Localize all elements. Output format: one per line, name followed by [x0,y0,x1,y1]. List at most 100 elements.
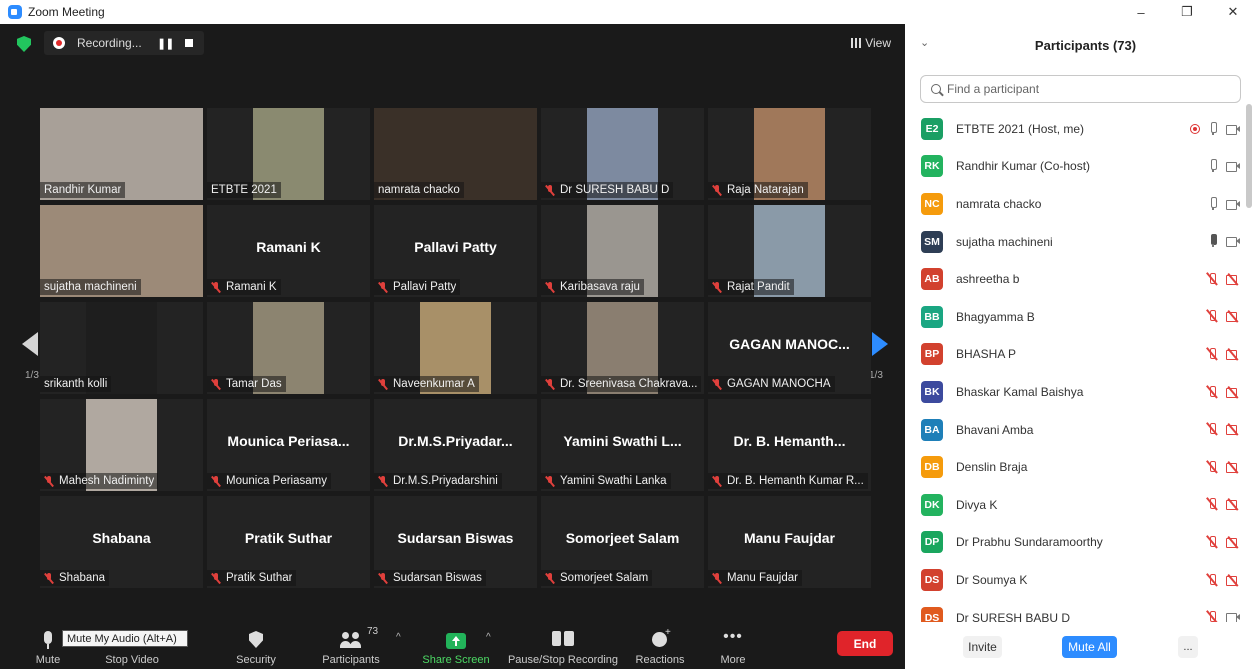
participant-video-tile[interactable]: Raja Natarajan [708,108,871,200]
scrollbar-thumb[interactable] [1246,104,1252,208]
camera-icon[interactable] [1226,161,1240,173]
participant-list-scrollbar[interactable] [1246,104,1252,624]
muted-mic-icon[interactable] [1206,497,1218,511]
participant-display-name: Shabana [92,530,151,546]
camera-off-icon[interactable] [1226,423,1240,436]
participant-video-tile[interactable]: Pallavi Patty Pallavi Patty [374,205,537,297]
muted-mic-icon[interactable] [1206,535,1218,549]
next-page-arrow-icon[interactable] [872,332,888,356]
participant-video-tile[interactable]: Dr.M.S.Priyadar... Dr.M.S.Priyadarshini [374,399,537,491]
participant-video-tile[interactable]: Tamar Das [207,302,370,394]
stop-recording-icon[interactable] [185,39,194,47]
muted-mic-icon[interactable] [1206,272,1218,286]
muted-mic-icon [211,378,221,390]
participant-row[interactable]: SM sujatha machineni [905,223,1245,261]
participant-video-tile[interactable]: srikanth kolli [40,302,203,394]
participant-video-tile[interactable]: Rajat Pandit [708,205,871,297]
participant-row[interactable]: BA Bhavani Amba [905,411,1245,449]
participant-row[interactable]: AB ashreetha b [905,260,1245,298]
participant-row[interactable]: DP Dr Prabhu Sundaramoorthy [905,524,1245,562]
participant-video-tile[interactable]: Karibasava raju [541,205,704,297]
participant-row[interactable]: DK Divya K [905,486,1245,524]
participant-video-tile[interactable]: Somorjeet Salam Somorjeet Salam [541,496,704,588]
microphone-icon[interactable] [1208,159,1218,173]
muted-mic-icon[interactable] [1206,610,1218,622]
participant-list-name: Bhaskar Kamal Baishya [956,384,1084,399]
participant-video-tile[interactable]: Mahesh Nadiminty [40,399,203,491]
camera-icon[interactable] [1226,199,1240,210]
view-button[interactable]: View [851,36,891,50]
participant-row[interactable]: E2 ETBTE 2021 (Host, me) [905,110,1245,148]
participant-row[interactable]: BP BHASHA P [905,336,1245,374]
camera-off-icon[interactable] [1226,574,1240,586]
participant-video-tile[interactable]: Dr. Sreenivasa Chakrava... [541,302,704,394]
participant-search-input[interactable] [947,82,1227,96]
participant-video-tile[interactable]: Ramani K Ramani K [207,205,370,297]
participant-row[interactable]: DB Denslin Braja [905,448,1245,486]
encryption-shield-icon[interactable] [17,36,31,52]
more-button[interactable]: ••• More [712,620,754,669]
mute-all-button[interactable]: Mute All [1062,636,1117,658]
participant-video-tile[interactable]: Dr SURESH BABU D [541,108,704,200]
muted-mic-icon[interactable] [1206,573,1218,587]
microphone-icon[interactable] [1208,121,1218,136]
panel-more-button[interactable]: ... [1178,636,1198,658]
camera-off-icon[interactable] [1226,310,1240,323]
participant-row[interactable]: BB Bhagyamma B [905,298,1245,336]
share-caret-icon[interactable]: ^ [486,632,491,643]
close-button[interactable]: ✕ [1210,0,1256,24]
camera-off-icon[interactable] [1226,348,1240,361]
participant-video-tile[interactable]: Pratik Suthar Pratik Suthar [207,496,370,588]
camera-icon[interactable] [1226,236,1240,248]
participant-row[interactable]: RK Randhir Kumar (Co-host) [905,148,1245,186]
pause-stop-recording-button[interactable]: Pause/Stop Recording [506,620,620,669]
reactions-button[interactable]: Reactions [634,620,686,669]
pause-recording-icon[interactable]: ❚❚ [157,37,174,50]
muted-mic-icon[interactable] [1206,347,1218,361]
participant-video-tile[interactable]: Sudarsan Biswas Sudarsan Biswas [374,496,537,588]
muted-mic-icon[interactable] [1206,309,1218,323]
microphone-active-icon[interactable] [1208,234,1218,248]
participant-video-tile[interactable]: Mounica Periasa... Mounica Periasamy [207,399,370,491]
invite-button[interactable]: Invite [963,636,1002,658]
participant-video-tile[interactable]: Randhir Kumar [40,108,203,200]
camera-icon[interactable] [1226,124,1240,135]
camera-off-icon[interactable] [1226,273,1240,285]
previous-page-arrow-icon[interactable] [22,332,38,356]
participant-video-tile[interactable]: ETBTE 2021 [207,108,370,200]
microphone-icon[interactable] [1208,196,1218,211]
participant-name-tag: Mounica Periasamy [207,473,331,489]
participant-row[interactable]: DS Dr SURESH BABU D [905,599,1245,622]
share-screen-button[interactable]: Share Screen [421,620,491,669]
participant-row[interactable]: BK Bhaskar Kamal Baishya [905,373,1245,411]
participant-video-tile[interactable]: namrata chacko [374,108,537,200]
muted-mic-icon[interactable] [1206,460,1218,474]
participant-video-tile[interactable]: Shabana Shabana [40,496,203,588]
participant-video-tile[interactable]: Naveenkumar A [374,302,537,394]
security-button[interactable]: Security [230,620,282,669]
collapse-chevron-icon[interactable]: ⌄ [920,36,929,49]
participant-video-tile[interactable]: Dr. B. Hemanth... Dr. B. Hemanth Kumar R.… [708,399,871,491]
participant-video-tile[interactable]: GAGAN MANOC... GAGAN MANOCHA [708,302,871,394]
participants-caret-icon[interactable]: ^ [396,632,401,643]
muted-mic-icon[interactable] [1206,385,1218,399]
camera-off-icon[interactable] [1226,386,1240,398]
participant-row[interactable]: NC namrata chacko [905,185,1245,223]
camera-off-icon[interactable] [1226,461,1240,473]
participant-name: Pallavi Patty [393,281,457,293]
participant-search[interactable] [920,75,1241,103]
participant-video-tile[interactable]: sujatha machineni [40,205,203,297]
camera-off-icon[interactable] [1226,536,1240,549]
camera-icon[interactable] [1226,612,1240,622]
participant-video-tile[interactable]: Manu Faujdar Manu Faujdar [708,496,871,588]
participant-name: ETBTE 2021 [211,184,277,196]
muted-mic-icon[interactable] [1206,422,1218,436]
minimize-button[interactable]: – [1118,0,1164,24]
maximize-button[interactable]: ❐ [1164,0,1210,24]
end-meeting-button[interactable]: End [837,631,893,656]
participant-video-tile[interactable]: Yamini Swathi L... Yamini Swathi Lanka [541,399,704,491]
participant-name: Tamar Das [226,378,282,390]
camera-off-icon[interactable] [1226,498,1240,511]
participant-row[interactable]: DS Dr Soumya K [905,561,1245,599]
recording-status-icon[interactable] [1190,123,1200,134]
